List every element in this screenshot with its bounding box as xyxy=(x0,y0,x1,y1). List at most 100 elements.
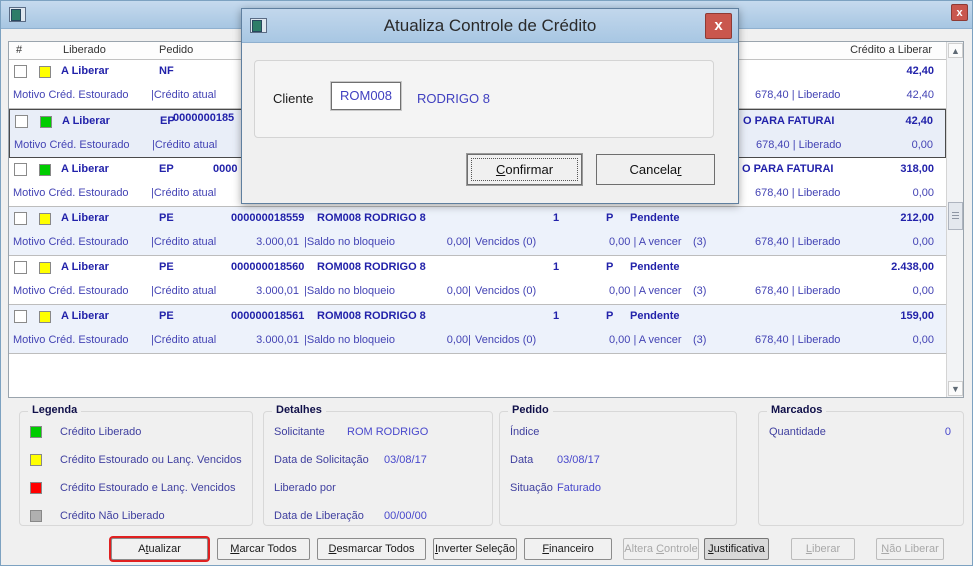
dialog-title: Atualiza Controle de Crédito xyxy=(383,16,597,35)
field-value: 00/00/00 xyxy=(384,510,427,522)
row-number: 000000018559 xyxy=(231,212,305,224)
row-p-flag: P xyxy=(606,212,614,224)
vencidos-label: Vencidos (0) xyxy=(475,334,537,346)
a-vencer-count: (3) xyxy=(693,285,707,297)
row-number: 000000018560 xyxy=(231,261,305,273)
field-value: ROM RODRIGO xyxy=(347,426,429,438)
row-checkbox[interactable] xyxy=(14,212,27,225)
field-label: Data de Liberação xyxy=(274,510,364,522)
row-checkbox[interactable] xyxy=(14,163,27,176)
credito-atual-label: |Crédito atual xyxy=(151,236,217,248)
scroll-up-icon[interactable]: ▲ xyxy=(948,43,963,58)
row-detail-line: Motivo Créd. Estourado |Crédito atual 3.… xyxy=(9,329,946,353)
row-situacao: Pendente xyxy=(630,261,680,273)
a-vencer-count: (3) xyxy=(693,334,707,346)
row-motivo: Motivo Créd. Estourado xyxy=(14,139,130,151)
cancelar-button[interactable]: Cancelar xyxy=(596,154,715,185)
credito-atual-label: |Crédito atual xyxy=(151,285,217,297)
row-status: A Liberar xyxy=(61,212,109,224)
row-doc-type: PE xyxy=(159,212,174,224)
saldo-bloqueio-value: 0,00| xyxy=(446,334,471,346)
row-situacao: Pendente xyxy=(630,310,680,322)
credito-atual-value: 3.000,01 xyxy=(256,334,299,346)
row-main-line: A Liberar PE 000000018560 ROM008 RODRIGO… xyxy=(9,256,946,280)
row-situacao: Pendente xyxy=(630,212,680,224)
credito-atual-label: |Crédito atual xyxy=(151,187,217,199)
cliente-code-input[interactable]: ROM008 xyxy=(331,82,401,110)
legend-color-square xyxy=(30,426,42,438)
row-checkbox[interactable] xyxy=(14,261,27,274)
dialog-close-button[interactable]: x xyxy=(705,13,732,39)
detalhes-title: Detalhes xyxy=(272,404,326,416)
confirmar-button[interactable]: Confirmar xyxy=(467,154,582,185)
col-header-liberado[interactable]: Liberado xyxy=(63,44,106,56)
scroll-down-icon[interactable]: ▼ xyxy=(948,381,963,396)
scrollbar-thumb[interactable] xyxy=(948,202,963,230)
status-color-square xyxy=(39,262,51,274)
saldo-bloqueio-label: |Saldo no bloqueio xyxy=(304,285,395,297)
liberado-label: 678,40 | Liberado xyxy=(755,236,841,248)
liberado-value: 0,00 xyxy=(912,236,934,248)
marcar-todos-button[interactable]: Marcar Todos xyxy=(217,538,310,560)
legend-item-label: Crédito Não Liberado xyxy=(60,510,165,522)
row-client-fragment: O PARA FATURAI xyxy=(743,115,835,127)
status-color-square xyxy=(39,311,51,323)
inverter-sele-o-button[interactable]: Inverter Seleção xyxy=(433,538,517,560)
credit-row[interactable]: A Liberar PE 000000018561 ROM008 RODRIGO… xyxy=(9,305,946,354)
row-status: A Liberar xyxy=(61,163,109,175)
row-checkbox[interactable] xyxy=(14,310,27,323)
detalhes-groupbox: Detalhes Solicitante ROM RODRIGO Data de … xyxy=(263,404,493,526)
desmarcar-todos-button[interactable]: Desmarcar Todos xyxy=(317,538,426,560)
row-status: A Liberar xyxy=(61,261,109,273)
vencidos-label: Vencidos (0) xyxy=(475,236,537,248)
field-label: Data xyxy=(510,454,534,466)
row-number: 0000 xyxy=(213,163,238,175)
atualizar-button[interactable]: Atualizar xyxy=(111,538,208,560)
status-color-square xyxy=(39,213,51,225)
row-motivo: Motivo Créd. Estourado xyxy=(13,236,129,248)
legend-item-label: Crédito Liberado xyxy=(60,426,142,438)
legend-item-label: Crédito Estourado ou Lanç. Vencidos xyxy=(60,454,242,466)
liberado-label: 678,40 | Liberado xyxy=(755,285,841,297)
a-vencer-label: 0,00 | A vencer xyxy=(609,334,682,346)
vertical-scrollbar[interactable]: ▲ ▼ xyxy=(946,42,963,397)
dialog-titlebar[interactable]: Atualiza Controle de Crédito xyxy=(242,9,738,43)
col-header-pedido[interactable]: Pedido xyxy=(159,44,193,56)
liberado-value: 0,00 xyxy=(912,334,934,346)
financeiro-button[interactable]: Financeiro xyxy=(524,538,612,560)
status-color-square xyxy=(40,116,52,128)
legend-color-square xyxy=(30,510,42,522)
saldo-bloqueio-label: |Saldo no bloqueio xyxy=(304,334,395,346)
row-checkbox[interactable] xyxy=(14,65,27,78)
vencidos-label: Vencidos (0) xyxy=(475,285,537,297)
a-vencer-count: (3) xyxy=(693,236,707,248)
row-credito-a-liberar: 159,00 xyxy=(900,310,934,322)
row-doc-type: NF xyxy=(159,65,174,77)
row-number: 000000018561 xyxy=(231,310,305,322)
row-motivo: Motivo Créd. Estourado xyxy=(13,89,129,101)
row-client-fragment: O PARA FATURAI xyxy=(742,163,834,175)
field-value: Faturado xyxy=(557,482,602,494)
row-qty: 1 xyxy=(553,212,560,224)
row-status: A Liberar xyxy=(62,115,110,127)
credit-row[interactable]: A Liberar PE 000000018560 ROM008 RODRIGO… xyxy=(9,256,946,305)
cliente-name-text: RODRIGO 8 xyxy=(417,91,490,106)
liberado-label: 678,40 | Liberado xyxy=(756,139,842,151)
credit-row[interactable]: A Liberar PE 000000018559 ROM008 RODRIGO… xyxy=(9,207,946,256)
dialog-window-icon xyxy=(250,18,267,33)
row-qty: 1 xyxy=(553,261,560,273)
credito-atual-label: |Crédito atual xyxy=(151,89,217,101)
row-p-flag: P xyxy=(606,310,614,322)
justificativa-button[interactable]: Justificativa xyxy=(704,538,769,560)
credito-atual-label: |Crédito atual xyxy=(152,139,218,151)
row-doc-type: PE xyxy=(159,261,174,273)
saldo-bloqueio-label: |Saldo no bloqueio xyxy=(304,236,395,248)
liberado-value: 0,00 xyxy=(911,139,933,151)
field-label: Índice xyxy=(510,426,540,438)
col-header-num[interactable]: # xyxy=(16,44,22,56)
row-p-flag: P xyxy=(606,261,614,273)
row-status: A Liberar xyxy=(61,65,109,77)
main-close-button[interactable]: x xyxy=(951,4,968,21)
row-checkbox[interactable] xyxy=(15,115,28,128)
col-header-credito[interactable]: Crédito a Liberar xyxy=(850,44,932,56)
